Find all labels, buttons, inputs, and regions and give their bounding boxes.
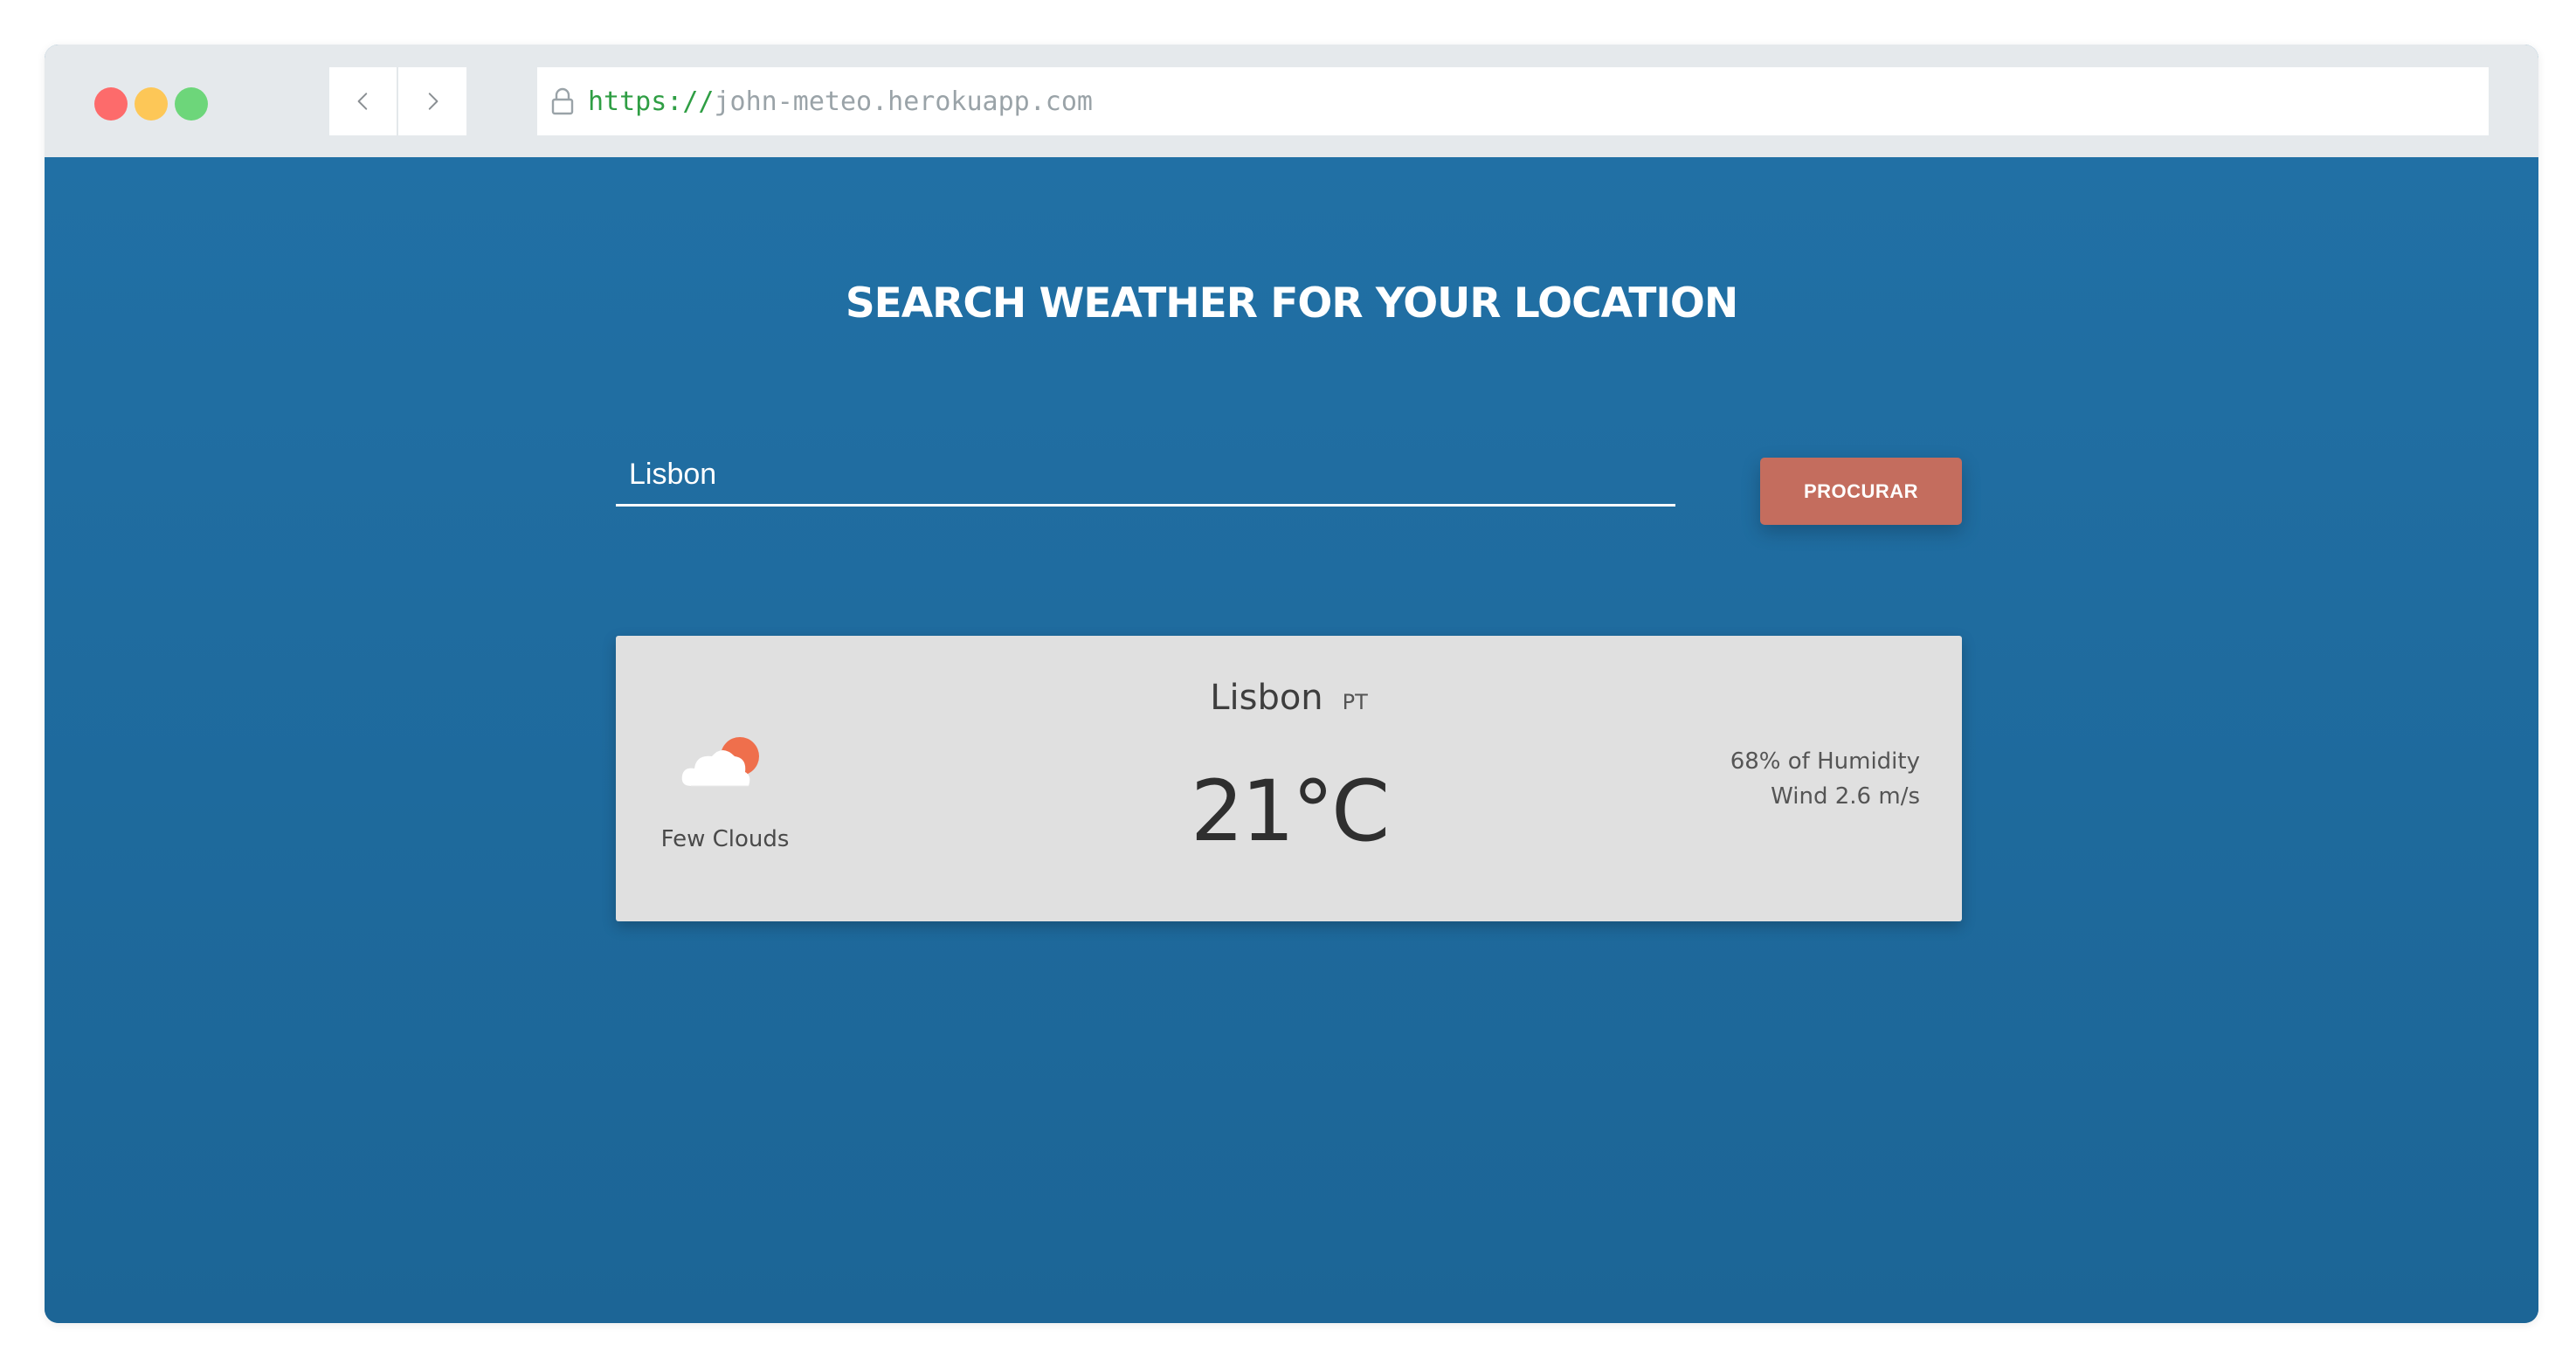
browser-window: https://john-meteo.herokuapp.com SEARCH … (45, 45, 2538, 1323)
forward-button[interactable] (398, 67, 466, 135)
url-host: john-meteo.herokuapp.com (714, 86, 1093, 117)
city-search-input[interactable] (616, 445, 1675, 507)
search-button[interactable]: PROCURAR (1760, 458, 1962, 525)
weather-card: Few Clouds Lisbon PT 21°C 68% of Humidity… (616, 636, 1962, 921)
chevron-left-icon (357, 93, 367, 110)
browser-toolbar: https://john-meteo.herokuapp.com (45, 45, 2538, 157)
url-scheme: https:// (588, 86, 715, 117)
close-window-button[interactable] (94, 87, 128, 121)
country-code: PT (1342, 690, 1368, 714)
page-content: SEARCH WEATHER FOR YOUR LOCATION PROCURA… (45, 157, 2538, 1323)
back-button[interactable] (329, 67, 397, 135)
city-name: Lisbon (1210, 678, 1323, 718)
page-title: SEARCH WEATHER FOR YOUR LOCATION (845, 279, 1738, 327)
minimize-window-button[interactable] (135, 87, 168, 121)
location-row: Lisbon PT (616, 678, 1962, 718)
address-bar[interactable]: https://john-meteo.herokuapp.com (537, 67, 2489, 135)
weather-details: 68% of Humidity Wind 2.6 m/s (1730, 744, 1920, 814)
wind-text: Wind 2.6 m/s (1771, 783, 1920, 810)
lock-icon (551, 87, 574, 115)
chevron-right-icon (428, 93, 439, 110)
humidity-text: 68% of Humidity (1730, 748, 1920, 775)
maximize-window-button[interactable] (175, 87, 208, 121)
